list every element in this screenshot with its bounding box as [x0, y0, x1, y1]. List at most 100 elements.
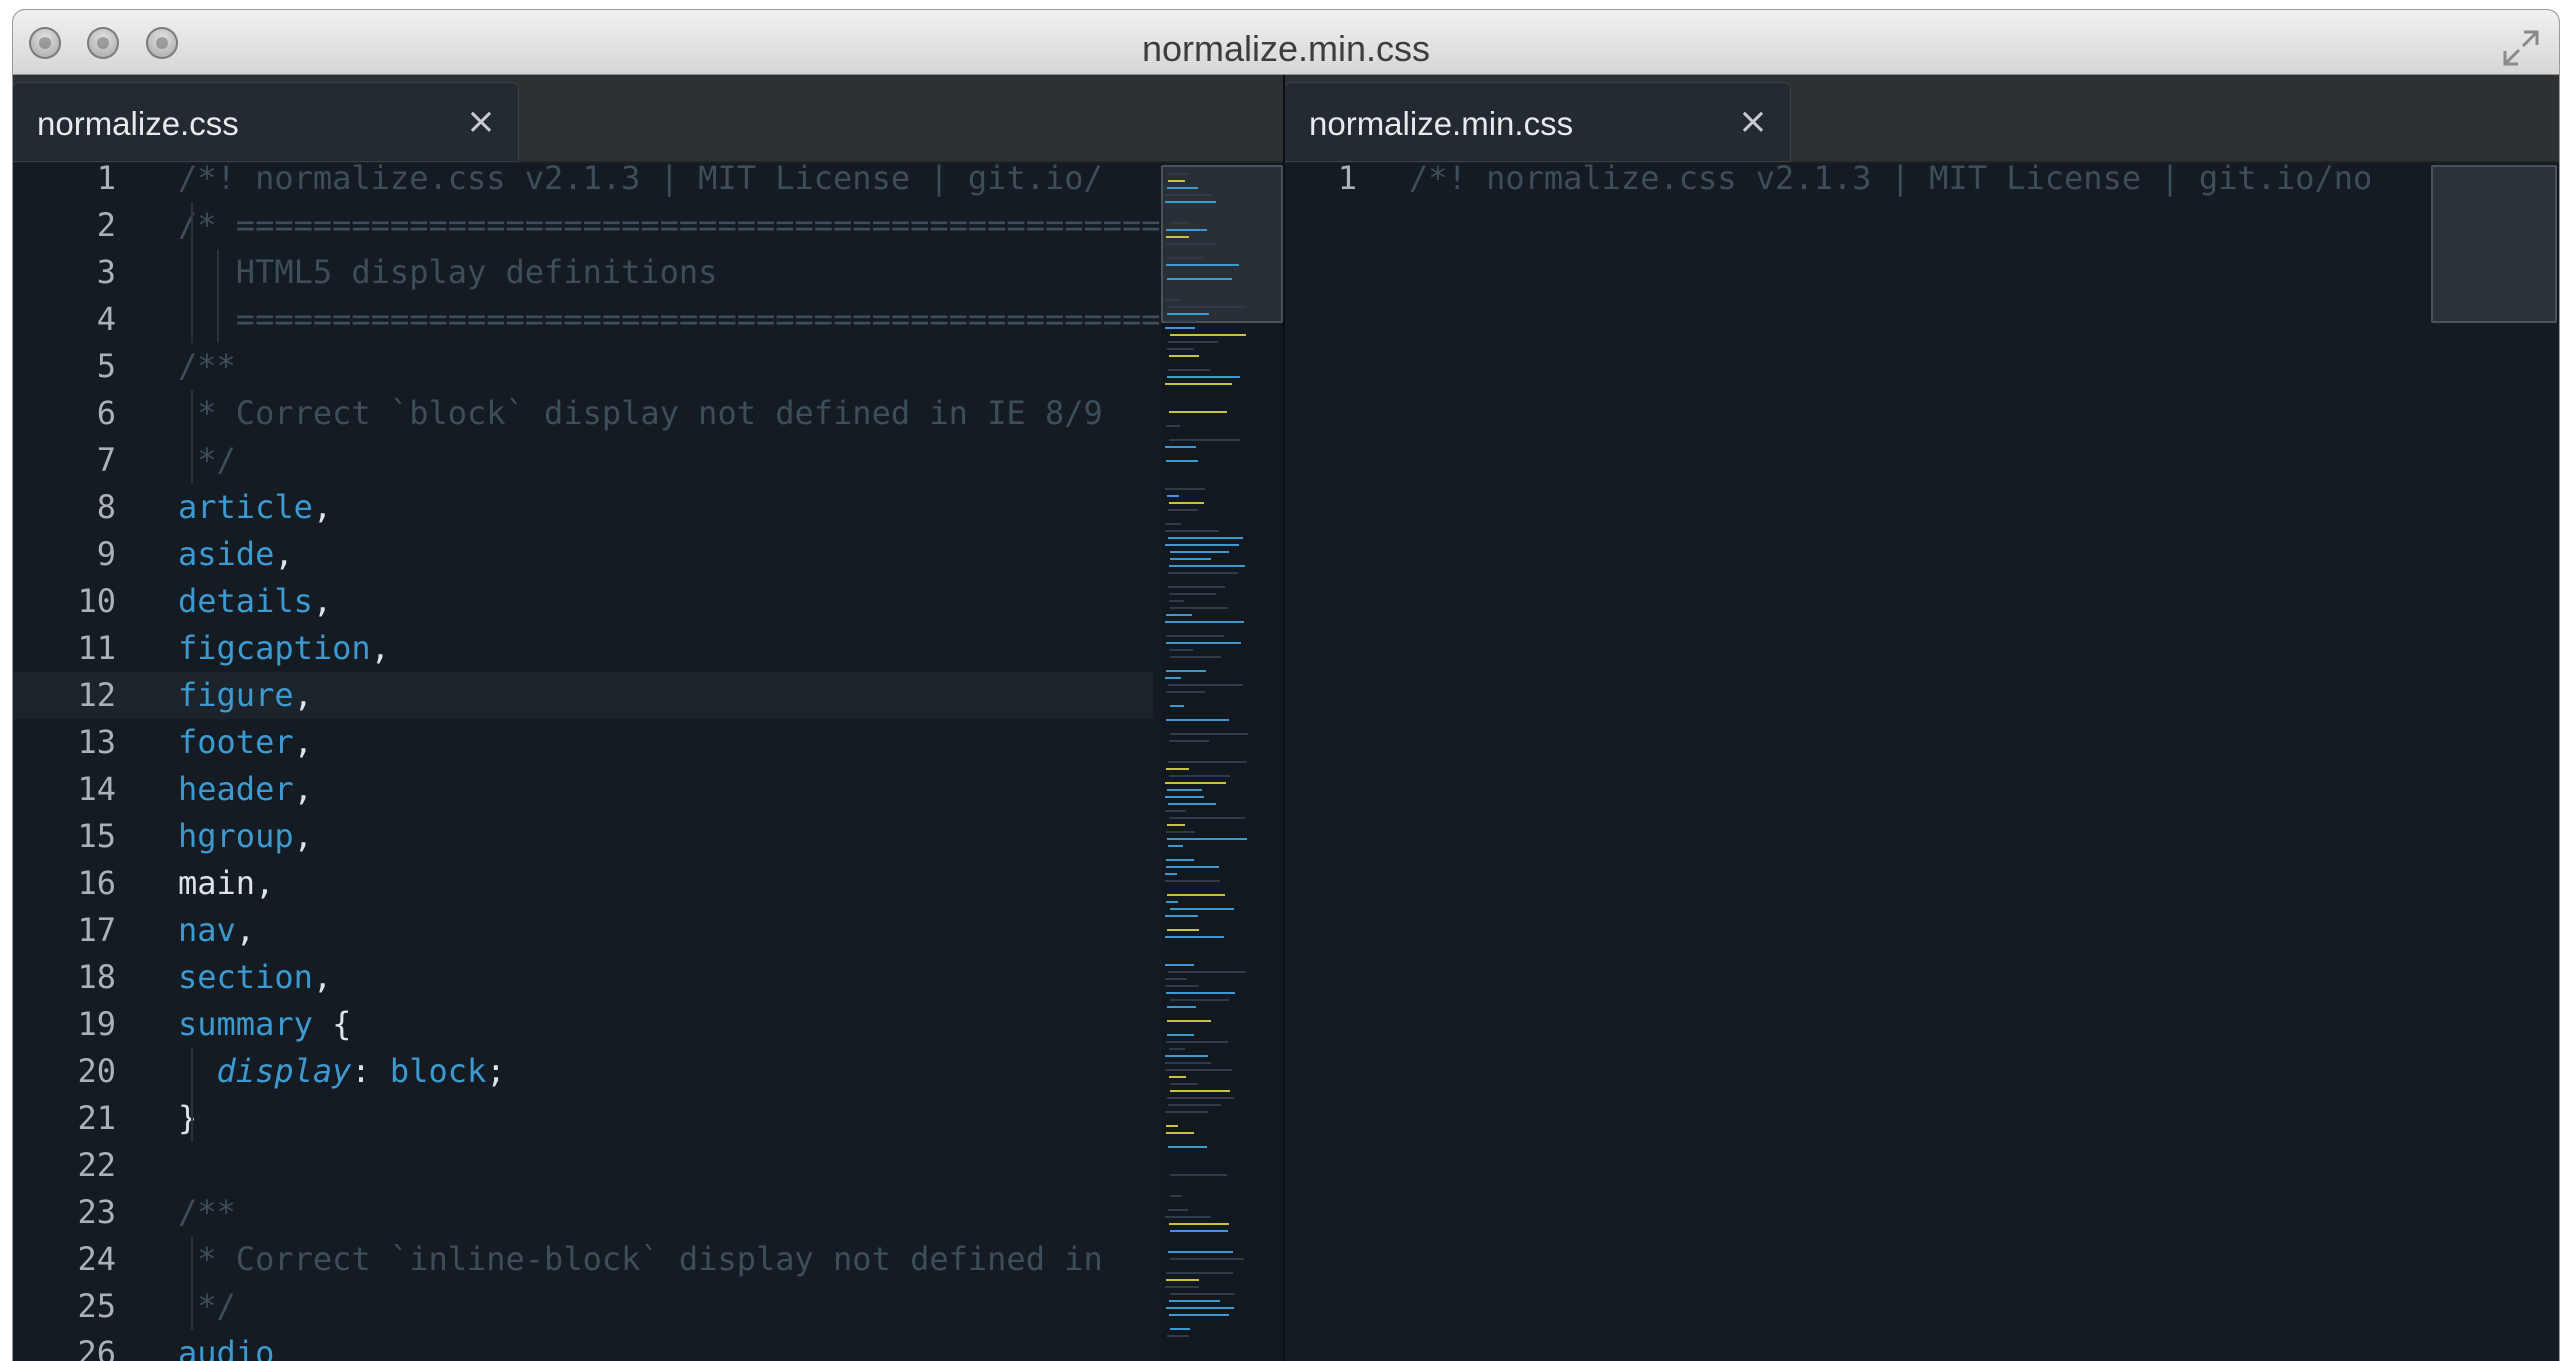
minimap-line: [1166, 642, 1241, 644]
line-number: 21: [77, 1099, 116, 1137]
code-line: hgroup,: [178, 813, 1283, 860]
code-token: ,: [312, 582, 333, 620]
minimap-line: [1165, 1286, 1199, 1288]
code-line: article,: [178, 484, 1283, 531]
tab-label: normalize.min.css: [1309, 105, 1574, 142]
minimap-line: [1166, 859, 1194, 861]
code-token: figcaption: [178, 629, 371, 667]
tab-normalize-css[interactable]: normalize.css ×: [13, 83, 518, 161]
minimap-line: [1168, 306, 1246, 308]
minimap-line: [1168, 971, 1246, 973]
code-area[interactable]: /*! normalize.css v2.1.3 | MIT License |…: [178, 163, 1283, 1361]
minimap-line: [1170, 656, 1221, 658]
minimap-line: [1167, 376, 1240, 378]
minimap-line: [1169, 565, 1245, 567]
minimap-line: [1166, 1307, 1234, 1309]
minimap-line: [1169, 411, 1227, 413]
minimap-line: [1165, 782, 1226, 784]
line-number-gutter: 1 2 3 4 5 6 7 8 9 10 11 12 13 14 15 16 17 18 19 20 21 22 23 24 2…: [13, 159, 168, 1361]
minimap-line: [1168, 341, 1218, 343]
line-number-gutter: 1: [1285, 159, 1385, 1361]
minimap-line: [1167, 348, 1194, 350]
code-token: /**: [178, 1193, 236, 1231]
minimap-line: [1167, 1034, 1194, 1036]
code-token: ,: [293, 817, 313, 855]
code-line: figure,: [178, 672, 1283, 719]
code-token: main,: [178, 864, 275, 902]
code-token: ,: [274, 535, 294, 573]
minimap-line: [1169, 740, 1209, 742]
left-code-editor[interactable]: 1 2 3 4 5 6 7 8 9 10 11 12 13 14 15 16 17 18 19 20 21 22 23 24 2…: [13, 159, 1283, 1361]
minimap-line: [1169, 817, 1245, 819]
line-number: 22: [77, 1146, 116, 1184]
code-line: main,: [178, 860, 1283, 907]
minimap-line: [1166, 691, 1205, 693]
tab-normalize-min-css[interactable]: normalize.min.css ×: [1285, 83, 1790, 161]
code-area[interactable]: /*! normalize.css v2.1.3 | MIT License |…: [1409, 163, 2431, 1361]
minimap-line: [1168, 1104, 1221, 1106]
code-token: section: [178, 958, 313, 996]
code-token: /*! normalize.css v2.1.3 | MIT License |…: [1409, 163, 2373, 197]
minimap-line: [1165, 964, 1194, 966]
minimap-line: [1165, 327, 1195, 329]
code-token: article: [178, 488, 313, 526]
code-line: */: [178, 1283, 1283, 1330]
code-token: aside: [178, 535, 275, 573]
code-token: ,: [293, 723, 313, 761]
minimap-line: [1167, 1020, 1211, 1022]
minimap-line: [1165, 985, 1199, 987]
line-number: 25: [77, 1287, 116, 1325]
line-number: 1: [96, 159, 116, 197]
indent-guide: [217, 249, 219, 343]
code-line: footer,: [178, 719, 1283, 766]
minimap-line: [1167, 824, 1185, 826]
code-line: details,: [178, 578, 1283, 625]
minimap-line: [1165, 201, 1216, 203]
line-number: 11: [77, 629, 116, 667]
code-line: header,: [178, 766, 1283, 813]
code-line: * Correct `block` display not defined in…: [178, 390, 1283, 437]
minimap-viewport[interactable]: [2431, 165, 2557, 323]
line-number: 19: [77, 1005, 116, 1043]
minimap-line: [1165, 936, 1224, 938]
right-code-editor[interactable]: 1 /*! normalize.css v2.1.3 | MIT License…: [1285, 159, 2559, 1361]
minimap-line: [1170, 733, 1248, 735]
minimap-line: [1166, 866, 1219, 868]
close-tab-icon[interactable]: ×: [1738, 101, 1768, 142]
minimap-line: [1167, 929, 1199, 931]
left-minimap[interactable]: [1161, 163, 1283, 1361]
minimap-line: [1167, 313, 1209, 315]
fullscreen-icon[interactable]: [2501, 28, 2541, 68]
minimap-line: [1165, 677, 1181, 679]
code-line: nav,: [178, 907, 1283, 954]
minimap-line: [1168, 509, 1198, 511]
code-line: audio: [178, 1330, 1283, 1361]
minimap-line: [1170, 1090, 1230, 1092]
line-number: 14: [77, 770, 116, 808]
minimap-line: [1168, 803, 1216, 805]
minimap-line: [1166, 229, 1207, 231]
line-number: 10: [77, 582, 116, 620]
minimap-line: [1167, 320, 1197, 322]
line-number: 5: [96, 347, 116, 385]
minimap-line: [1166, 1132, 1194, 1134]
line-number: 15: [77, 817, 116, 855]
minimap-line: [1170, 1230, 1228, 1232]
code-token: audio: [178, 1334, 275, 1361]
code-line: /* =====================================…: [178, 202, 1283, 249]
minimap-line: [1166, 670, 1206, 672]
minimap-line: [1165, 194, 1211, 196]
line-number: 7: [96, 441, 116, 479]
right-minimap[interactable]: [2431, 163, 2559, 1361]
tab-label: normalize.css: [37, 105, 239, 142]
minimap-line: [1170, 334, 1246, 336]
code-token: ,: [312, 958, 333, 996]
line-number: 8: [96, 488, 116, 526]
minimap-line: [1169, 439, 1240, 441]
minimap-line: [1169, 1223, 1229, 1225]
code-token: summary: [178, 1005, 313, 1043]
close-tab-icon[interactable]: ×: [466, 101, 496, 142]
minimap-line: [1165, 1111, 1208, 1113]
code-token: footer: [178, 723, 294, 761]
minimap-line: [1167, 1097, 1234, 1099]
